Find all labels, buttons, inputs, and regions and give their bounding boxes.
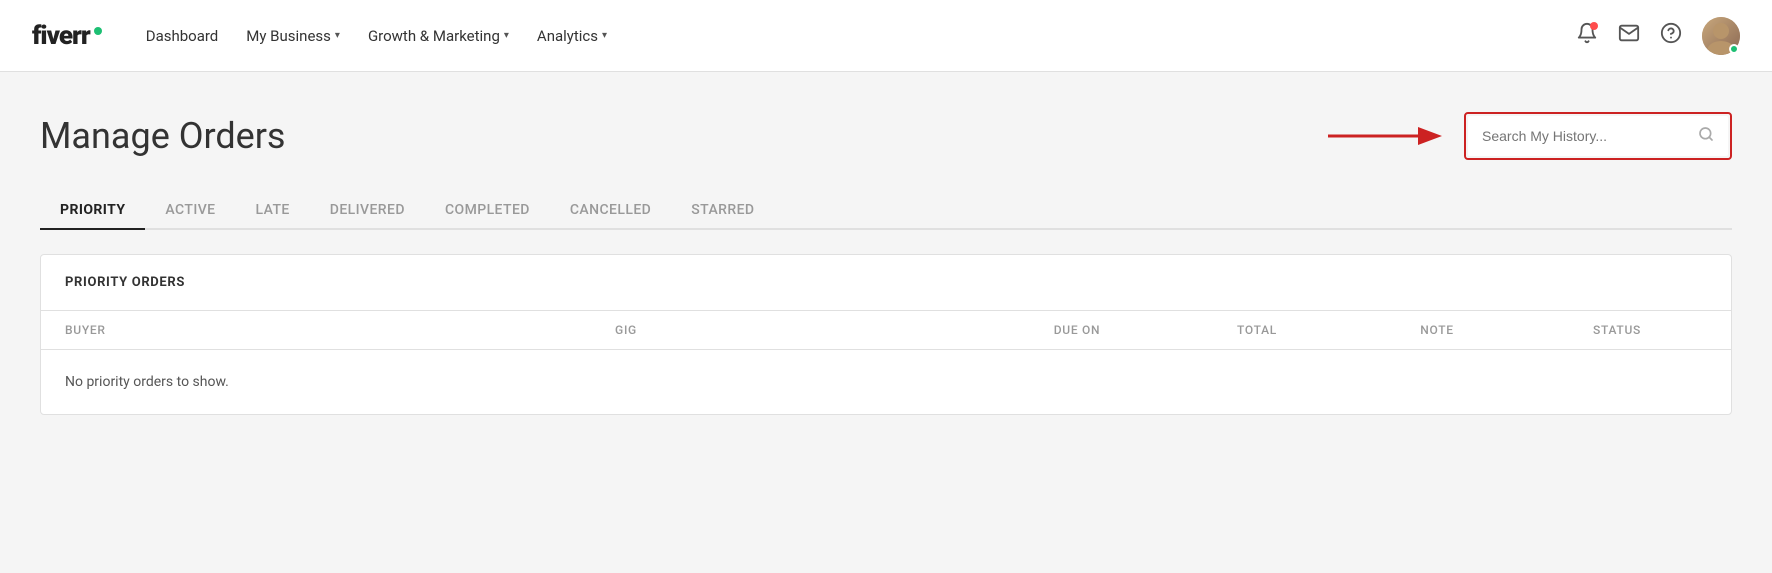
- search-icon: [1698, 126, 1714, 146]
- chevron-down-icon: ▾: [602, 30, 607, 41]
- nav-item-growth-marketing[interactable]: Growth & Marketing ▾: [356, 19, 521, 53]
- nav-items: Dashboard My Business ▾ Growth & Marketi…: [134, 19, 1568, 53]
- chevron-down-icon: ▾: [504, 30, 509, 41]
- nav-item-dashboard[interactable]: Dashboard: [134, 19, 231, 53]
- tab-starred[interactable]: STARRED: [671, 192, 774, 230]
- tab-active[interactable]: ACTIVE: [145, 192, 235, 230]
- page-header: Manage Orders: [40, 112, 1732, 160]
- main-content: Manage Orders: [0, 72, 1772, 573]
- logo-dot: [94, 27, 102, 35]
- page-title: Manage Orders: [40, 115, 286, 157]
- tab-cancelled[interactable]: CANCELLED: [550, 192, 671, 230]
- navbar: fiverr Dashboard My Business ▾ Growth & …: [0, 0, 1772, 72]
- nav-item-analytics[interactable]: Analytics ▾: [525, 19, 619, 53]
- chevron-down-icon: ▾: [335, 30, 340, 41]
- tabs: PRIORITYACTIVELATEDELIVEREDCOMPLETEDCANC…: [40, 192, 1732, 230]
- th-note: NOTE: [1347, 323, 1527, 337]
- th-gig: GIG: [265, 323, 987, 337]
- empty-message: No priority orders to show.: [41, 350, 1731, 414]
- section-title: PRIORITY ORDERS: [41, 255, 1731, 311]
- tab-late[interactable]: LATE: [236, 192, 310, 230]
- logo-text: fiverr: [32, 21, 90, 51]
- orders-section: PRIORITY ORDERS BUYERGIGDUE ONTOTALNOTES…: [40, 254, 1732, 415]
- tab-delivered[interactable]: DELIVERED: [310, 192, 425, 230]
- notification-badge: [1590, 22, 1598, 30]
- notifications-icon[interactable]: [1576, 22, 1598, 49]
- arrow-annotation: [1328, 116, 1448, 156]
- search-box-wrapper: [1464, 112, 1732, 160]
- search-area: [1328, 112, 1732, 160]
- avatar-online-indicator: [1729, 44, 1739, 54]
- th-buyer: BUYER: [65, 323, 265, 337]
- annotation-arrow: [1328, 116, 1448, 156]
- help-icon[interactable]: [1660, 22, 1682, 49]
- search-box: [1468, 116, 1728, 156]
- tab-priority[interactable]: PRIORITY: [40, 192, 145, 230]
- tab-completed[interactable]: COMPLETED: [425, 192, 550, 230]
- table-header: BUYERGIGDUE ONTOTALNOTESTATUS: [41, 311, 1731, 350]
- th-due-on: DUE ON: [987, 323, 1167, 337]
- logo[interactable]: fiverr: [32, 21, 102, 51]
- nav-actions: [1576, 17, 1740, 55]
- nav-item-my-business[interactable]: My Business ▾: [234, 19, 352, 53]
- th-total: TOTAL: [1167, 323, 1347, 337]
- messages-icon[interactable]: [1618, 22, 1640, 49]
- th-status: STATUS: [1527, 323, 1707, 337]
- search-input[interactable]: [1482, 128, 1690, 144]
- avatar[interactable]: [1702, 17, 1740, 55]
